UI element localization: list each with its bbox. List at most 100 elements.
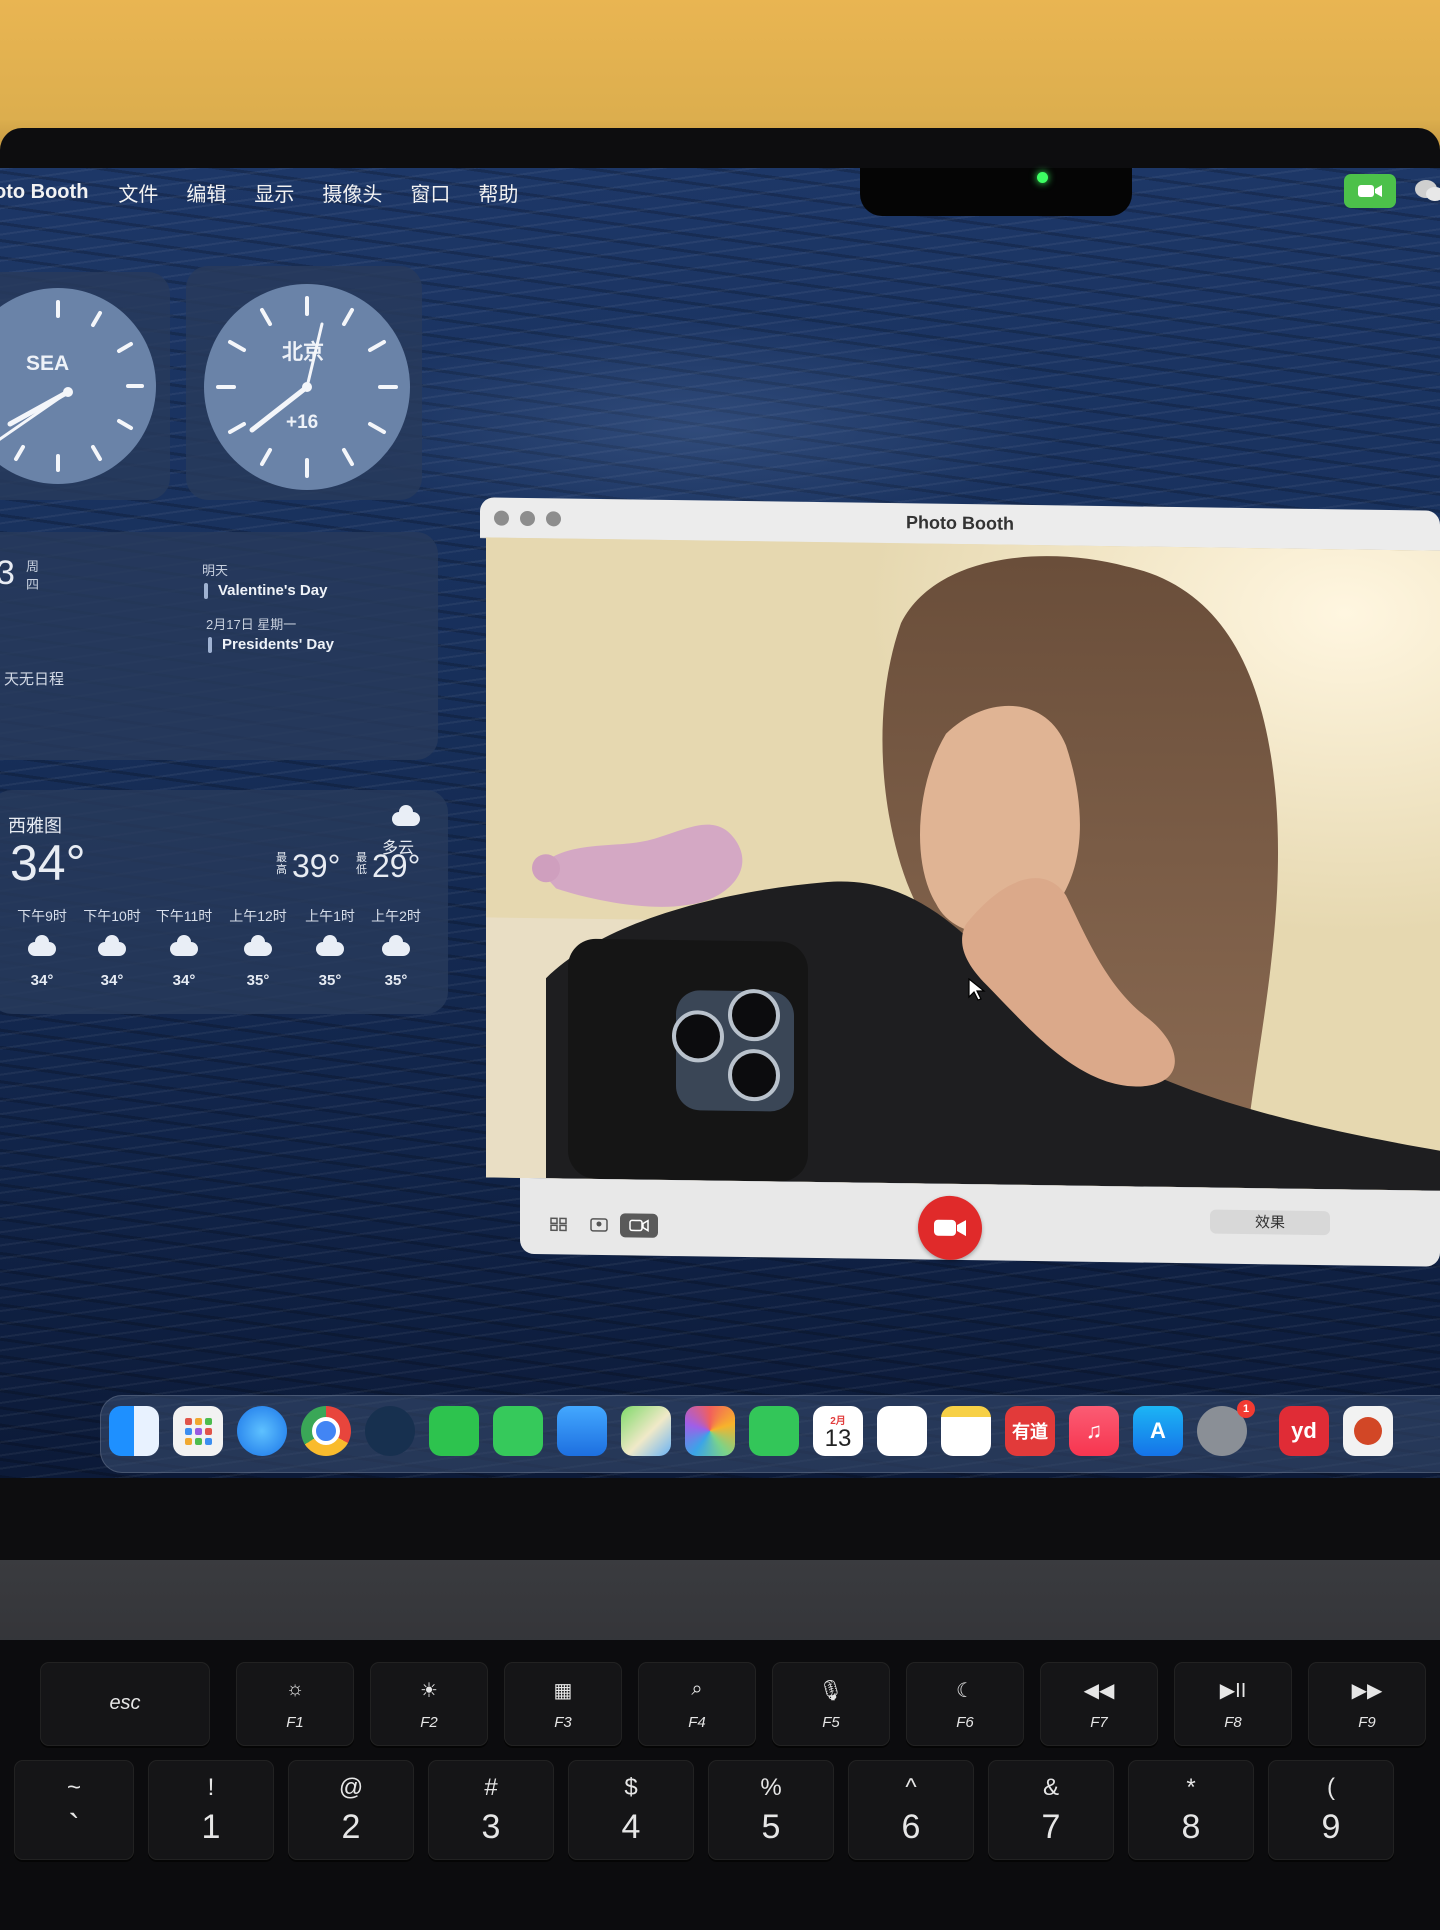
safari-icon[interactable] bbox=[237, 1406, 287, 1456]
key-shift-label: & bbox=[1042, 1774, 1059, 1801]
key-shift-label: % bbox=[760, 1774, 782, 1801]
key-shift-label: ( bbox=[1327, 1774, 1335, 1801]
music-icon[interactable]: ♫ bbox=[1069, 1406, 1119, 1456]
single-photo-button[interactable] bbox=[580, 1213, 618, 1238]
weather-hour-temp: 35° bbox=[318, 972, 342, 989]
key-label: F5 bbox=[822, 1714, 840, 1731]
key-6[interactable]: ^ 6 bbox=[848, 1760, 974, 1860]
clock-widget-beijing[interactable]: 北京 +16 bbox=[186, 266, 422, 500]
menu-app-name[interactable]: oto Booth bbox=[0, 181, 88, 204]
key-2[interactable]: @2 bbox=[288, 1760, 414, 1860]
menu-camera[interactable]: 摄像头 bbox=[322, 178, 382, 207]
weather-hour-temp: 34° bbox=[100, 972, 124, 989]
reminders-icon[interactable] bbox=[877, 1406, 927, 1456]
key-label: ` bbox=[68, 1808, 80, 1846]
photos-icon[interactable] bbox=[685, 1406, 735, 1456]
messages-icon[interactable] bbox=[493, 1406, 543, 1456]
menu-help[interactable]: 帮助 bbox=[478, 178, 518, 207]
finder-icon[interactable] bbox=[109, 1406, 159, 1456]
settings-badge: 1 bbox=[1237, 1400, 1255, 1418]
camera-notch bbox=[860, 168, 1132, 216]
moon-icon: ☾ bbox=[956, 1680, 974, 1702]
key-label: 6 bbox=[901, 1808, 921, 1846]
key-3[interactable]: #3 bbox=[428, 1760, 554, 1860]
powerpoint-icon[interactable] bbox=[1343, 1406, 1393, 1456]
clock-widget-sea[interactable]: SEA bbox=[0, 272, 170, 500]
facetime-icon[interactable] bbox=[749, 1406, 799, 1456]
calendar-widget[interactable]: 3 周 四 天无日程 明天 Valentine's Day 2月17日 星期一 … bbox=[0, 532, 438, 760]
video-camera-icon bbox=[934, 1219, 966, 1237]
key-shift-label: * bbox=[1186, 1774, 1196, 1801]
esc-key[interactable]: esc bbox=[40, 1662, 210, 1746]
f4-key[interactable]: ⌕ F4 bbox=[638, 1662, 756, 1746]
key-shift-label: $ bbox=[624, 1774, 638, 1801]
record-button[interactable] bbox=[918, 1195, 982, 1261]
photo-booth-window[interactable]: Photo Booth 效果 bbox=[480, 497, 1440, 1270]
key-7[interactable]: & 7 bbox=[988, 1760, 1114, 1860]
calendar-app-icon[interactable]: 2月 13 bbox=[813, 1406, 863, 1456]
menu-window[interactable]: 窗口 bbox=[410, 178, 450, 207]
mission-control-icon: ▦ bbox=[553, 1680, 573, 1702]
notes-icon[interactable] bbox=[941, 1406, 991, 1456]
weather-hour-time: 下午9时 bbox=[17, 908, 67, 924]
video-mode-button[interactable] bbox=[620, 1213, 658, 1238]
menu-view[interactable]: 显示 bbox=[254, 178, 294, 207]
event-title: Presidents' Day bbox=[222, 636, 334, 653]
mail-icon[interactable] bbox=[557, 1406, 607, 1456]
brightness-down-icon: ☼ bbox=[285, 1678, 305, 1700]
camera-feed-image bbox=[486, 537, 1440, 1191]
key-label: 5 bbox=[761, 1808, 781, 1846]
cloud-icon bbox=[392, 805, 420, 826]
weather-hour-time: 下午10时 bbox=[83, 908, 141, 924]
f7-key[interactable]: ◀◀ F7 bbox=[1040, 1662, 1158, 1746]
facetime-status-icon[interactable] bbox=[1344, 174, 1396, 208]
yd-label: yd bbox=[1291, 1418, 1317, 1443]
grid-view-button[interactable] bbox=[540, 1212, 578, 1237]
f3-key[interactable]: ▦ F3 bbox=[504, 1662, 622, 1746]
key-label: 3 bbox=[481, 1808, 501, 1846]
effects-button[interactable]: 效果 bbox=[1210, 1209, 1330, 1236]
calendar-event-presidents[interactable]: Presidents' Day bbox=[208, 636, 334, 653]
f9-key[interactable]: ▶▶ F9 bbox=[1308, 1662, 1426, 1746]
key-label: F8 bbox=[1224, 1714, 1242, 1731]
f8-key[interactable]: ▶II F8 bbox=[1174, 1662, 1292, 1746]
menu-edit[interactable]: 编辑 bbox=[186, 178, 226, 207]
f2-key[interactable]: ☀ F2 bbox=[370, 1662, 488, 1746]
calendar-weekday-top: 周 bbox=[26, 559, 40, 574]
steam-icon[interactable] bbox=[365, 1406, 415, 1456]
tilde-key[interactable]: ~ ` bbox=[14, 1760, 134, 1860]
key-1[interactable]: ! 1 bbox=[148, 1760, 274, 1860]
f6-key[interactable]: ☾ F6 bbox=[906, 1662, 1024, 1746]
maps-icon[interactable] bbox=[621, 1406, 671, 1456]
f5-key[interactable]: 🎙 F5 bbox=[772, 1662, 890, 1746]
key-label: F3 bbox=[554, 1714, 572, 1731]
weather-current-temp: 34° bbox=[10, 835, 86, 891]
calendar-event-valentines[interactable]: Valentine's Day bbox=[204, 582, 327, 599]
f1-key[interactable]: ☼ F1 bbox=[236, 1662, 354, 1746]
app-store-icon[interactable]: A bbox=[1133, 1406, 1183, 1456]
system-settings-icon[interactable]: 1 bbox=[1197, 1400, 1255, 1456]
wechat-icon[interactable] bbox=[429, 1406, 479, 1456]
wechat-status-icon[interactable] bbox=[1414, 178, 1440, 206]
key-5[interactable]: % 5 bbox=[708, 1760, 834, 1860]
weather-low: 29° bbox=[372, 848, 421, 884]
youdao-translate-icon[interactable]: yd bbox=[1279, 1406, 1329, 1456]
chrome-icon[interactable] bbox=[301, 1406, 351, 1456]
key-9[interactable]: (9 bbox=[1268, 1760, 1394, 1860]
event-title: Valentine's Day bbox=[218, 582, 328, 599]
key-8[interactable]: * 8 bbox=[1128, 1760, 1254, 1860]
weather-widget[interactable]: 西雅图 34° 多云 最高 39° 最低 29° 下午9时 下午10时 下午11… bbox=[0, 790, 448, 1014]
key-4[interactable]: $4 bbox=[568, 1760, 694, 1860]
launchpad-icon[interactable] bbox=[173, 1406, 223, 1456]
dock-calendar-day: 13 bbox=[824, 1424, 852, 1452]
key-label: 8 bbox=[1181, 1808, 1201, 1846]
weather-hour-time: 下午11时 bbox=[155, 908, 213, 924]
key-shift-label: ! bbox=[207, 1774, 215, 1801]
key-label: F4 bbox=[688, 1714, 706, 1731]
calendar-date2-label: 2月17日 星期一 bbox=[206, 617, 297, 632]
key-label: esc bbox=[109, 1692, 141, 1714]
rewind-icon: ◀◀ bbox=[1083, 1680, 1115, 1702]
menu-file[interactable]: 文件 bbox=[118, 178, 158, 207]
youdao-dictionary-icon[interactable]: 有道 bbox=[1005, 1406, 1055, 1456]
clock-hands-beijing bbox=[216, 296, 398, 478]
